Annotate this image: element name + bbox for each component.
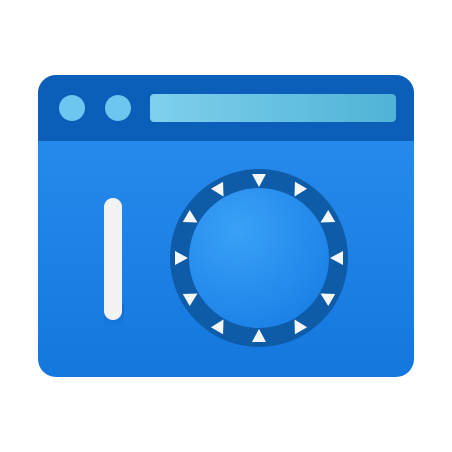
slider-handle: [104, 198, 122, 320]
gear-center: [189, 188, 329, 328]
icon-canvas: [0, 0, 452, 452]
address-bar: [150, 94, 396, 122]
gear-dial-icon: [170, 169, 348, 347]
window-dot-2-icon: [105, 95, 131, 121]
browser-window-settings-icon: [38, 75, 414, 377]
window-dot-1-icon: [59, 95, 85, 121]
